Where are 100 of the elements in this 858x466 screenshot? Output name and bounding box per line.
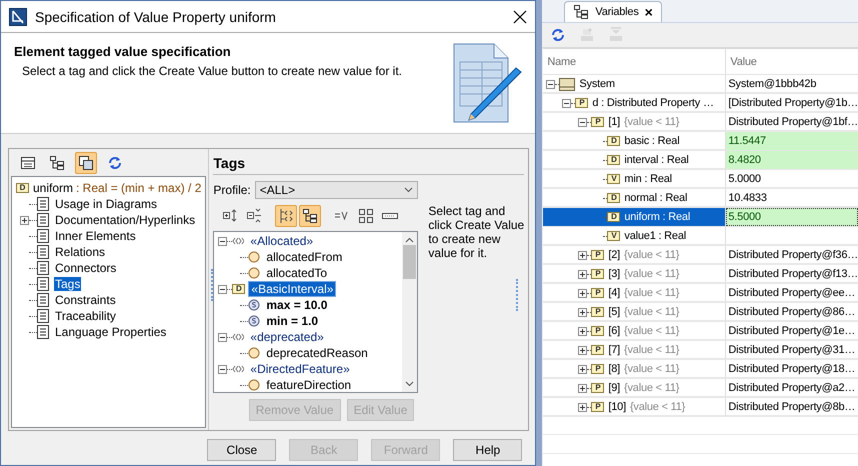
variable-name[interactable]: [2] xyxy=(608,249,620,261)
tree-icon xyxy=(573,4,590,20)
expand-toggle[interactable] xyxy=(578,250,588,260)
variable-name[interactable]: [1] xyxy=(608,116,620,128)
variable-name[interactable]: normal : Real xyxy=(624,192,688,204)
dialog-button[interactable]: Close xyxy=(207,439,276,461)
category-item[interactable]: Tags xyxy=(54,277,82,291)
collapse-toggle[interactable] xyxy=(218,364,228,374)
refresh-icon[interactable] xyxy=(107,155,123,171)
table-icon[interactable] xyxy=(20,155,36,171)
tree-icon xyxy=(302,208,318,224)
slot-item[interactable]: min = 1.0 xyxy=(264,314,320,328)
tree-icon[interactable] xyxy=(49,155,65,171)
toolbar-button[interactable] xyxy=(75,152,97,174)
variable-name[interactable]: uniform : Real xyxy=(624,211,690,223)
scrollbar-thumb[interactable] xyxy=(403,245,416,279)
part-icon: P xyxy=(591,345,604,355)
variable-name[interactable]: interval : Real xyxy=(624,154,689,166)
tag-item[interactable]: deprecatedReason xyxy=(264,346,370,360)
tag-item[interactable]: allocatedFrom xyxy=(264,250,344,264)
expand-icon[interactable] xyxy=(222,208,238,224)
expand-toggle[interactable] xyxy=(578,384,588,392)
variable-name[interactable]: min : Real xyxy=(624,173,672,185)
variable-name[interactable]: value1 : Real xyxy=(624,230,686,242)
variable-value: 5.5000 xyxy=(728,211,761,223)
variable-name[interactable]: [5] xyxy=(608,306,620,318)
category-item[interactable]: Documentation/Hyperlinks xyxy=(54,213,196,227)
expand-toggle[interactable] xyxy=(578,402,588,412)
system-icon xyxy=(559,77,576,91)
datatype-icon: D xyxy=(607,193,620,203)
tag-item[interactable]: allocatedTo xyxy=(264,266,330,280)
profile-dropdown[interactable]: <ALL> xyxy=(254,181,418,199)
constraint-text: {value < 11} xyxy=(624,287,680,299)
constraint-text: {value < 11} xyxy=(624,306,680,318)
constraint-text: {value < 11} xyxy=(624,249,680,261)
slot-item[interactable]: max = 10.0 xyxy=(264,298,330,312)
variable-name[interactable]: basic : Real xyxy=(624,135,680,147)
variable-name[interactable]: [4] xyxy=(608,287,620,299)
stereotype-item[interactable]: «deprecated» xyxy=(248,330,326,344)
grid-icon[interactable] xyxy=(358,208,374,224)
close-icon[interactable] xyxy=(513,10,528,24)
part-icon: P xyxy=(591,250,604,260)
datatype-icon: D xyxy=(607,155,620,165)
chevron-down-icon xyxy=(404,187,414,193)
variable-name[interactable]: [10] xyxy=(608,401,626,413)
variable-name[interactable]: d : Distributed Property … xyxy=(592,97,714,109)
page-icon xyxy=(37,277,49,291)
column-header[interactable]: Value xyxy=(726,49,858,74)
scrollbar[interactable] xyxy=(402,232,418,392)
variable-name[interactable]: [6] xyxy=(608,325,620,337)
collapse-toggle[interactable] xyxy=(578,118,588,126)
variable-name[interactable]: [9] xyxy=(608,382,620,394)
category-item[interactable]: Constraints xyxy=(54,293,117,307)
close-icon[interactable]: × xyxy=(644,4,653,20)
variable-name[interactable]: [8] xyxy=(608,363,620,375)
expand-toggle[interactable] xyxy=(578,308,588,316)
copy-icon xyxy=(78,155,94,171)
tag-item[interactable]: featureDirection xyxy=(264,378,354,392)
collapse-toggle[interactable] xyxy=(218,332,228,342)
stereotype-icon xyxy=(232,364,244,374)
collapse-toggle[interactable] xyxy=(218,236,228,246)
variables-tab[interactable]: Variables × xyxy=(564,1,662,22)
stereotype-item[interactable]: «Allocated» xyxy=(248,234,316,248)
stereotype-item[interactable]: «DirectedFeature» xyxy=(248,362,352,376)
variable-name[interactable]: [7] xyxy=(608,344,620,356)
collapse-toggle[interactable] xyxy=(218,284,228,294)
variable-name[interactable]: System xyxy=(579,78,615,90)
expand-toggle[interactable] xyxy=(578,346,588,354)
part-icon: P xyxy=(591,402,604,412)
variable-value: System@1bbb42b xyxy=(728,78,816,90)
expand-toggle[interactable] xyxy=(578,288,588,298)
refresh-icon[interactable] xyxy=(550,27,566,43)
variable-name[interactable]: [3] xyxy=(608,268,620,280)
dialog-button[interactable]: Help xyxy=(453,439,522,461)
stereotype-icon xyxy=(232,332,244,342)
category-item[interactable]: Traceability xyxy=(54,309,117,323)
category-item[interactable]: Usage in Diagrams xyxy=(54,197,158,211)
collapse-toggle[interactable] xyxy=(546,80,556,88)
tag-property-icon xyxy=(248,267,260,279)
toolbar-button[interactable] xyxy=(275,205,298,227)
constraint-text: {value < 11} xyxy=(624,268,680,280)
expand-toggle[interactable] xyxy=(578,364,588,374)
variable-value: Distributed Property@86… xyxy=(728,306,856,318)
category-item[interactable]: Inner Elements xyxy=(54,229,137,243)
expand-toggle[interactable] xyxy=(578,270,588,278)
variable-value: Distributed Property@18… xyxy=(728,363,856,375)
toolbar-button[interactable] xyxy=(299,205,322,227)
column-header[interactable]: Name xyxy=(543,49,726,74)
stereotype-item[interactable]: «BasicInterval» xyxy=(249,282,336,296)
page-icon xyxy=(37,197,49,211)
collapse-toggle[interactable] xyxy=(562,98,572,108)
category-item[interactable]: Connectors xyxy=(54,261,118,275)
expand-toggle[interactable] xyxy=(20,216,29,224)
bracket-tree-icon xyxy=(278,208,294,224)
category-item[interactable]: Language Properties xyxy=(54,325,168,339)
expand-toggle[interactable] xyxy=(578,326,588,336)
variable-value: 10.4833 xyxy=(728,192,767,204)
category-item[interactable]: Relations xyxy=(54,245,106,259)
collapse-icon[interactable] xyxy=(246,208,262,224)
splitter-grip[interactable] xyxy=(516,279,518,311)
